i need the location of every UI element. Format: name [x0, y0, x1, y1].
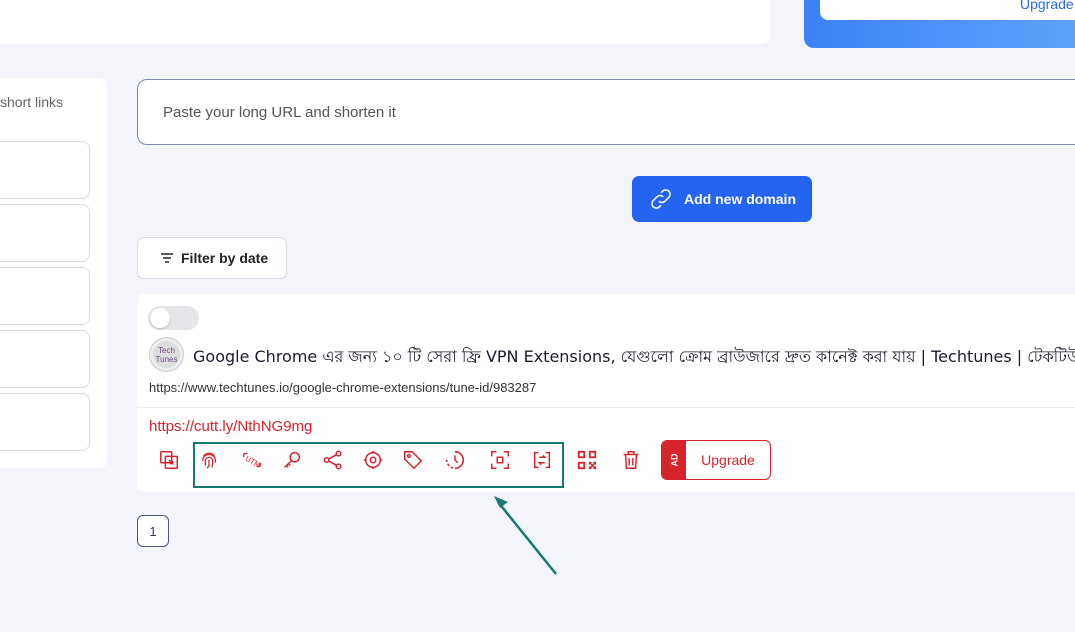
sidebar-title: short links [0, 94, 64, 110]
expiry-timer-icon[interactable] [442, 447, 468, 473]
trash-icon[interactable] [618, 447, 644, 473]
add-new-domain-button[interactable]: Add new domain [632, 176, 812, 222]
favicon-text-top: Tech [158, 345, 175, 355]
annotation-arrow-icon [494, 496, 557, 575]
sidebar-item[interactable] [0, 204, 90, 262]
add-new-domain-label: Add new domain [684, 191, 796, 207]
link-title: Google Chrome এর জন্য ১০ টি সেরা ফ্রি VP… [193, 347, 1075, 366]
svg-text:UTM: UTM [244, 454, 263, 470]
promo-inner: Upgrade [820, 0, 1075, 20]
promo-banner: Upgrade [804, 0, 1075, 48]
sidebar-item[interactable] [0, 141, 90, 199]
top-card [0, 0, 770, 44]
long-url-input[interactable] [137, 79, 1075, 145]
settings-icon[interactable] [360, 447, 386, 473]
link-enabled-toggle[interactable] [148, 306, 199, 330]
tag-icon[interactable] [400, 447, 426, 473]
key-icon[interactable] [279, 447, 305, 473]
short-url-link[interactable]: https://cutt.ly/NthNG9mg [149, 418, 312, 435]
long-url[interactable]: https://www.techtunes.io/google-chrome-e… [149, 380, 536, 395]
scan-icon[interactable] [487, 447, 513, 473]
upgrade-button[interactable]: AD Upgrade [661, 440, 771, 480]
divider [137, 407, 1075, 408]
pagination-page-1[interactable]: 1 [137, 515, 169, 547]
sidebar-item[interactable] [0, 330, 90, 388]
utm-icon[interactable]: UTM [239, 447, 265, 473]
filter-by-date-button[interactable]: Filter by date [137, 237, 287, 279]
filter-icon [161, 253, 173, 263]
upgrade-label: Upgrade [701, 452, 755, 468]
share-icon[interactable] [320, 447, 346, 473]
promo-upgrade-link[interactable]: Upgrade [1020, 0, 1074, 12]
toggle-knob [150, 308, 170, 328]
filter-by-date-label: Filter by date [181, 250, 269, 266]
site-favicon: Tech Tunes [149, 337, 184, 372]
short-link-card: Tech Tunes Google Chrome এর জন্য ১০ টি স… [137, 294, 1075, 492]
sidebar-item[interactable] [0, 267, 90, 325]
qr-code-icon[interactable] [574, 447, 600, 473]
ad-label: AD [669, 453, 679, 467]
copy-icon[interactable] [156, 447, 182, 473]
sidebar-panel: short links [0, 78, 107, 468]
favicon-text-bottom: Tunes [155, 354, 178, 364]
favicon-inner: Tech Tunes [153, 341, 180, 368]
swap-icon[interactable] [529, 447, 555, 473]
link-icon [651, 189, 671, 209]
fingerprint-icon[interactable] [196, 447, 222, 473]
sidebar-item[interactable] [0, 393, 90, 451]
ad-badge: AD [662, 441, 686, 479]
